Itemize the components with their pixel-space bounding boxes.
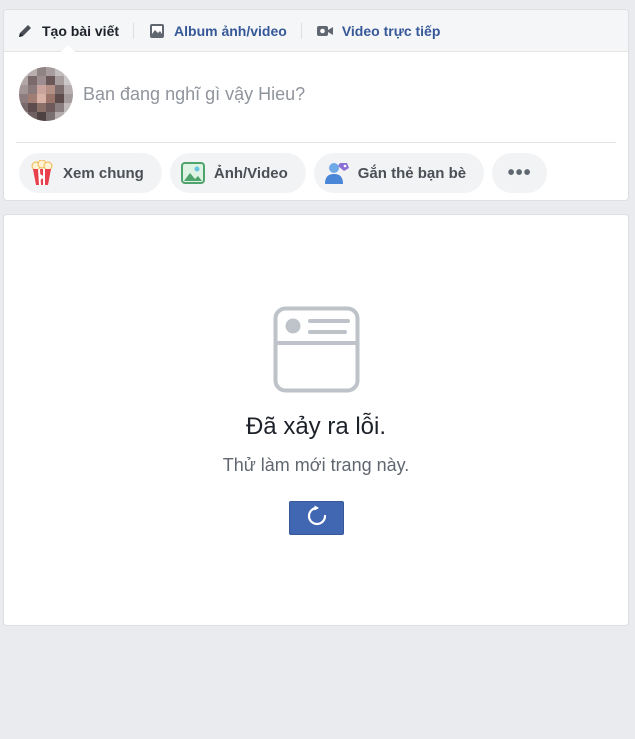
tab-live-video[interactable]: Video trực tiếp (314, 10, 443, 51)
photo-video-button[interactable]: Ảnh/Video (169, 153, 306, 193)
tab-separator (133, 22, 135, 39)
photo-icon (180, 160, 206, 186)
action-label: Ảnh/Video (213, 164, 288, 182)
tab-label: Video trực tiếp (341, 22, 441, 39)
tag-friends-icon (324, 160, 350, 186)
watch-party-button[interactable]: Xem chung (19, 153, 162, 193)
composer-tab-bar: Tạo bài viết Album ảnh/video Video trực … (4, 10, 628, 52)
tab-label: Album ảnh/video (174, 22, 287, 39)
more-icon: ••• (507, 161, 532, 184)
tab-create-post[interactable]: Tạo bài viết (14, 10, 121, 51)
error-subtitle: Thử làm mới trang này. (222, 455, 410, 475)
composer-placeholder[interactable]: Bạn đang nghĩ gì vậy Hieu? (83, 84, 305, 105)
avatar[interactable] (19, 67, 73, 121)
video-camera-icon (316, 22, 334, 40)
tab-separator (300, 22, 302, 39)
photo-album-icon (148, 22, 166, 40)
refresh-icon (306, 505, 328, 532)
popcorn-icon (29, 160, 55, 186)
tab-photo-album[interactable]: Album ảnh/video (146, 10, 289, 51)
action-label: Gắn thẻ bạn bè (357, 164, 467, 182)
pencil-icon (16, 22, 34, 40)
more-options-button[interactable]: ••• (492, 153, 548, 193)
error-card: Đã xảy ra lỗi. Thử làm mới trang này. (3, 214, 629, 626)
post-composer: Tạo bài viết Album ảnh/video Video trực … (3, 9, 629, 201)
tab-label: Tạo bài viết (42, 22, 120, 39)
error-title: Đã xảy ra lỗi. (245, 413, 387, 440)
tag-friends-button[interactable]: Gắn thẻ bạn bè (313, 153, 485, 193)
composer-input-row[interactable]: Bạn đang nghĩ gì vậy Hieu? (4, 52, 628, 122)
action-label: Xem chung (63, 164, 144, 182)
composer-actions: Xem chung Ảnh/Video Gắn thẻ bạn bè ••• (4, 143, 628, 193)
reload-button[interactable] (289, 501, 344, 535)
news-feed-placeholder-icon (273, 306, 360, 398)
